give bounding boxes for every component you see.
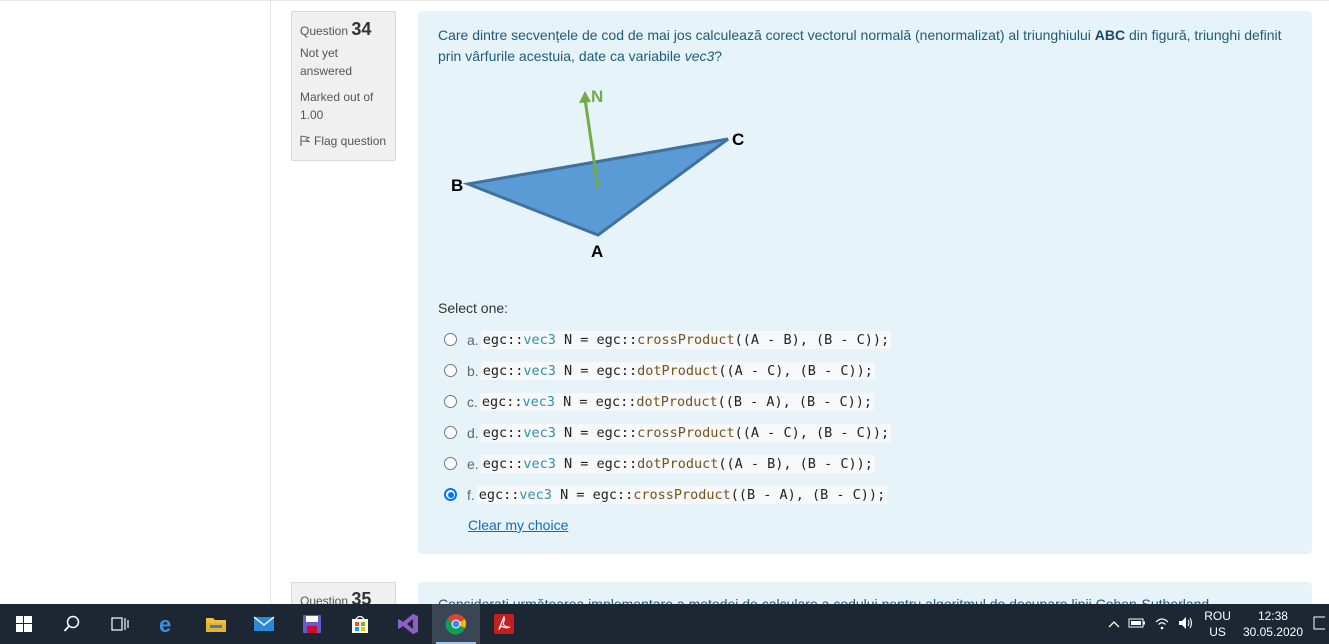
normal-arrowhead	[579, 91, 591, 103]
volume-icon[interactable]	[1178, 616, 1194, 633]
clock[interactable]: 12:38 30.05.2020	[1243, 608, 1303, 640]
radio-c[interactable]	[444, 395, 457, 408]
battery-icon[interactable]	[1128, 617, 1146, 631]
clear-choice-link[interactable]: Clear my choice	[468, 517, 568, 533]
question-info-panel: Question 34 Not yet answered Marked out …	[291, 11, 396, 161]
question-number: Question 34	[300, 19, 372, 39]
flag-question-button[interactable]: Flag question	[300, 132, 387, 150]
question-grade: Marked out of 1.00	[300, 90, 374, 122]
answer-option-a[interactable]: a. egc::vec3 N = egc::crossProduct((A - …	[444, 324, 1144, 355]
system-tray: ROU US 12:38 30.05.2020	[1104, 604, 1329, 644]
option-letter: a.	[467, 331, 479, 348]
edge-icon[interactable]: e	[144, 604, 192, 644]
question-text: Care dintre secvențele de cod de mai jos…	[438, 27, 1282, 64]
radio-a[interactable]	[444, 333, 457, 346]
language-indicator[interactable]: ROU US	[1204, 608, 1231, 640]
option-code: egc::vec3 N = egc::dotProduct((A - C), (…	[480, 361, 875, 380]
select-one-label: Select one:	[438, 300, 509, 316]
task-view-icon[interactable]	[96, 604, 144, 644]
option-code: egc::vec3 N = egc::crossProduct((B - A),…	[476, 485, 888, 504]
option-letter: e.	[467, 455, 479, 472]
question-content: Care dintre secvențele de cod de mai jos…	[418, 11, 1312, 554]
label-c: C	[732, 130, 744, 149]
label-b: B	[451, 176, 463, 195]
mail-icon[interactable]	[240, 604, 288, 644]
save-floppy-icon[interactable]	[288, 604, 336, 644]
file-explorer-icon[interactable]	[192, 604, 240, 644]
svg-text:e: e	[159, 613, 171, 635]
question-state: Not yet answered	[300, 46, 353, 78]
notifications-icon[interactable]	[1313, 616, 1329, 633]
windows-start-icon[interactable]	[0, 604, 48, 644]
acrobat-icon[interactable]	[480, 604, 528, 644]
radio-e[interactable]	[444, 457, 457, 470]
radio-d[interactable]	[444, 426, 457, 439]
triangle-figure: N B C A	[451, 87, 744, 261]
answer-option-f[interactable]: f. egc::vec3 N = egc::crossProduct((B - …	[444, 479, 1144, 510]
radio-f[interactable]	[444, 488, 457, 501]
option-letter: f.	[467, 486, 475, 503]
option-letter: b.	[467, 362, 479, 379]
visual-studio-icon[interactable]	[384, 604, 432, 644]
option-code: egc::vec3 N = egc::crossProduct((A - B),…	[480, 330, 892, 349]
radio-b[interactable]	[444, 364, 457, 377]
option-code: egc::vec3 N = egc::crossProduct((A - C),…	[480, 423, 892, 442]
answer-option-d[interactable]: d. egc::vec3 N = egc::crossProduct((A - …	[444, 417, 1144, 448]
label-n: N	[591, 87, 603, 106]
answer-option-c[interactable]: c. egc::vec3 N = egc::dotProduct((B - A)…	[444, 386, 1144, 417]
store-icon[interactable]	[336, 604, 384, 644]
wifi-icon[interactable]	[1154, 616, 1170, 633]
option-code: egc::vec3 N = egc::dotProduct((B - A), (…	[479, 392, 875, 411]
flag-icon	[300, 135, 310, 146]
option-letter: c.	[467, 393, 478, 410]
left-sidebar	[0, 0, 271, 604]
answer-options: a. egc::vec3 N = egc::crossProduct((A - …	[444, 324, 1144, 510]
search-icon[interactable]	[48, 604, 96, 644]
quiz-page: Question 34 Not yet answered Marked out …	[0, 0, 1329, 644]
answer-option-b[interactable]: b. egc::vec3 N = egc::dotProduct((A - C)…	[444, 355, 1144, 386]
option-code: egc::vec3 N = egc::dotProduct((A - B), (…	[480, 454, 875, 473]
windows-taskbar: e ROU US 12:38 30.05.2020	[0, 604, 1329, 644]
answer-option-e[interactable]: e. egc::vec3 N = egc::dotProduct((A - B)…	[444, 448, 1144, 479]
chrome-icon[interactable]	[432, 604, 480, 644]
label-a: A	[591, 242, 603, 261]
option-letter: d.	[467, 424, 479, 441]
chevron-up-icon[interactable]	[1108, 617, 1120, 631]
